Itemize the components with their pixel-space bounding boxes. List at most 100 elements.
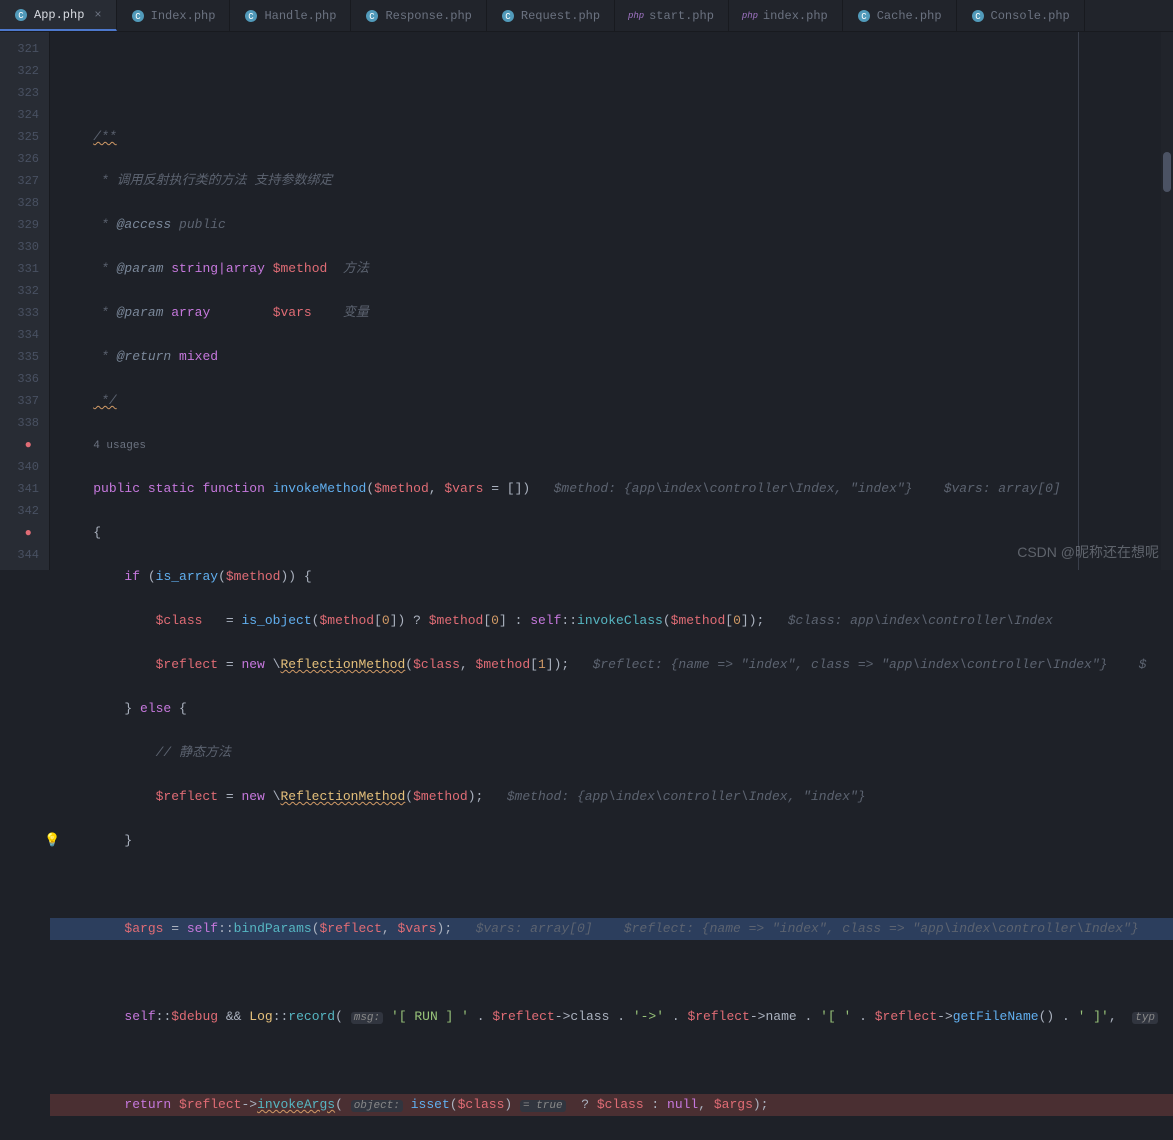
doc-val: mixed bbox=[179, 349, 218, 364]
tab-label: Cache.php bbox=[877, 9, 942, 23]
kw: public bbox=[93, 481, 140, 496]
tab-bar: CApp.php× CIndex.php CHandle.php CRespon… bbox=[0, 0, 1173, 32]
php-icon: php bbox=[629, 9, 643, 23]
kw: return bbox=[124, 1097, 171, 1112]
doc-var: $method bbox=[273, 261, 328, 276]
method: invokeClass bbox=[577, 613, 663, 628]
var: $vars bbox=[444, 481, 483, 496]
var: $method bbox=[429, 613, 484, 628]
tab-cache-php[interactable]: C Cache.php bbox=[843, 0, 957, 31]
margin-guide bbox=[1078, 32, 1079, 570]
svg-text:C: C bbox=[505, 12, 511, 22]
var: $class bbox=[597, 1097, 644, 1112]
line-num: 324 bbox=[0, 104, 39, 126]
usages-hint[interactable]: 4 usages bbox=[93, 440, 146, 452]
fn: is_array bbox=[156, 569, 218, 584]
tab-label: Request.php bbox=[521, 9, 600, 23]
svg-text:C: C bbox=[18, 11, 24, 21]
doc-tag: @access bbox=[117, 217, 172, 232]
scroll-thumb[interactable] bbox=[1163, 152, 1171, 192]
var: $vars bbox=[398, 921, 437, 936]
fn: is_object bbox=[241, 613, 311, 628]
line-num: 332 bbox=[0, 280, 39, 302]
kw: static bbox=[148, 481, 195, 496]
line-num: 338 bbox=[0, 412, 39, 434]
line-num: 340 bbox=[0, 456, 39, 478]
svg-text:C: C bbox=[861, 12, 867, 22]
var: $method bbox=[476, 657, 531, 672]
line-num: 321 bbox=[0, 38, 39, 60]
tab-label: App.php bbox=[34, 8, 84, 22]
close-icon[interactable]: × bbox=[94, 8, 101, 22]
kw: new bbox=[241, 657, 264, 672]
doc-tag: @param bbox=[117, 305, 164, 320]
breakpoint-icon[interactable]: ● bbox=[0, 522, 39, 544]
inline-hint: $class: app\index\controller\Index bbox=[788, 613, 1053, 628]
var: $method bbox=[374, 481, 429, 496]
var: $method bbox=[413, 789, 468, 804]
line-num: 323 bbox=[0, 82, 39, 104]
line-num: 333 bbox=[0, 302, 39, 324]
class-icon: C bbox=[857, 9, 871, 23]
tab-index-php[interactable]: CIndex.php bbox=[117, 0, 231, 31]
svg-text:C: C bbox=[975, 12, 981, 22]
prop: name bbox=[765, 1009, 796, 1024]
tab-handle-php[interactable]: CHandle.php bbox=[230, 0, 351, 31]
doc-close: */ bbox=[93, 393, 116, 408]
line-num: 329 bbox=[0, 214, 39, 236]
num: 0 bbox=[382, 613, 390, 628]
tab-indexphp[interactable]: php index.php bbox=[729, 0, 843, 31]
breakpoint-icon[interactable]: ● bbox=[0, 434, 39, 456]
doc-open: /** bbox=[93, 129, 116, 144]
fn-name: invokeMethod bbox=[273, 481, 367, 496]
doc-tag: @return bbox=[117, 349, 172, 364]
var: $reflect bbox=[156, 789, 218, 804]
doc-desc: 方法 bbox=[343, 261, 369, 276]
tab-label: Index.php bbox=[151, 9, 216, 23]
bulb-icon[interactable]: 💡 bbox=[44, 830, 60, 852]
tab-console-php[interactable]: CConsole.php bbox=[957, 0, 1085, 31]
line-num: 328 bbox=[0, 192, 39, 214]
class-icon: C bbox=[971, 9, 985, 23]
kw: self bbox=[187, 921, 218, 936]
line-num: 327 bbox=[0, 170, 39, 192]
svg-text:C: C bbox=[249, 12, 255, 22]
inline-hint: $method: {app\index\controller\Index, "i… bbox=[507, 789, 866, 804]
var: $method bbox=[671, 613, 726, 628]
line-num: 330 bbox=[0, 236, 39, 258]
tab-label: index.php bbox=[763, 9, 828, 23]
num: 0 bbox=[733, 613, 741, 628]
tab-response-php[interactable]: CResponse.php bbox=[351, 0, 486, 31]
kw: new bbox=[241, 789, 264, 804]
type: Log bbox=[249, 1009, 272, 1024]
comment: // 静态方法 bbox=[156, 745, 231, 760]
var: $args bbox=[714, 1097, 753, 1112]
line-num: 335 bbox=[0, 346, 39, 368]
line-num: 331 bbox=[0, 258, 39, 280]
svg-text:C: C bbox=[370, 12, 376, 22]
code-area[interactable]: /** * 调用反射执行类的方法 支持参数绑定 * @access public… bbox=[50, 32, 1173, 570]
method: bindParams bbox=[234, 921, 312, 936]
php-icon: php bbox=[743, 9, 757, 23]
tab-start-php[interactable]: php start.php bbox=[615, 0, 729, 31]
type: ReflectionMethod bbox=[280, 657, 405, 672]
var: $reflect bbox=[492, 1009, 554, 1024]
doc-desc: 变量 bbox=[343, 305, 369, 320]
tab-label: start.php bbox=[649, 9, 714, 23]
tab-request-php[interactable]: C Request.php bbox=[487, 0, 615, 31]
scrollbar[interactable] bbox=[1161, 32, 1173, 570]
tab-app-php[interactable]: C App.php × bbox=[0, 0, 117, 31]
str: '->' bbox=[633, 1009, 664, 1024]
var: $method bbox=[319, 613, 374, 628]
param-hint: = true bbox=[520, 1100, 566, 1112]
line-num: 344 bbox=[0, 544, 39, 566]
var: $reflect bbox=[875, 1009, 937, 1024]
var: $debug bbox=[171, 1009, 218, 1024]
line-num: 342 bbox=[0, 500, 39, 522]
fn: isset bbox=[411, 1097, 450, 1112]
class-icon: C bbox=[244, 9, 258, 23]
num: 1 bbox=[538, 657, 546, 672]
var: $reflect bbox=[179, 1097, 241, 1112]
kw: null bbox=[667, 1097, 698, 1112]
var: $method bbox=[226, 569, 281, 584]
